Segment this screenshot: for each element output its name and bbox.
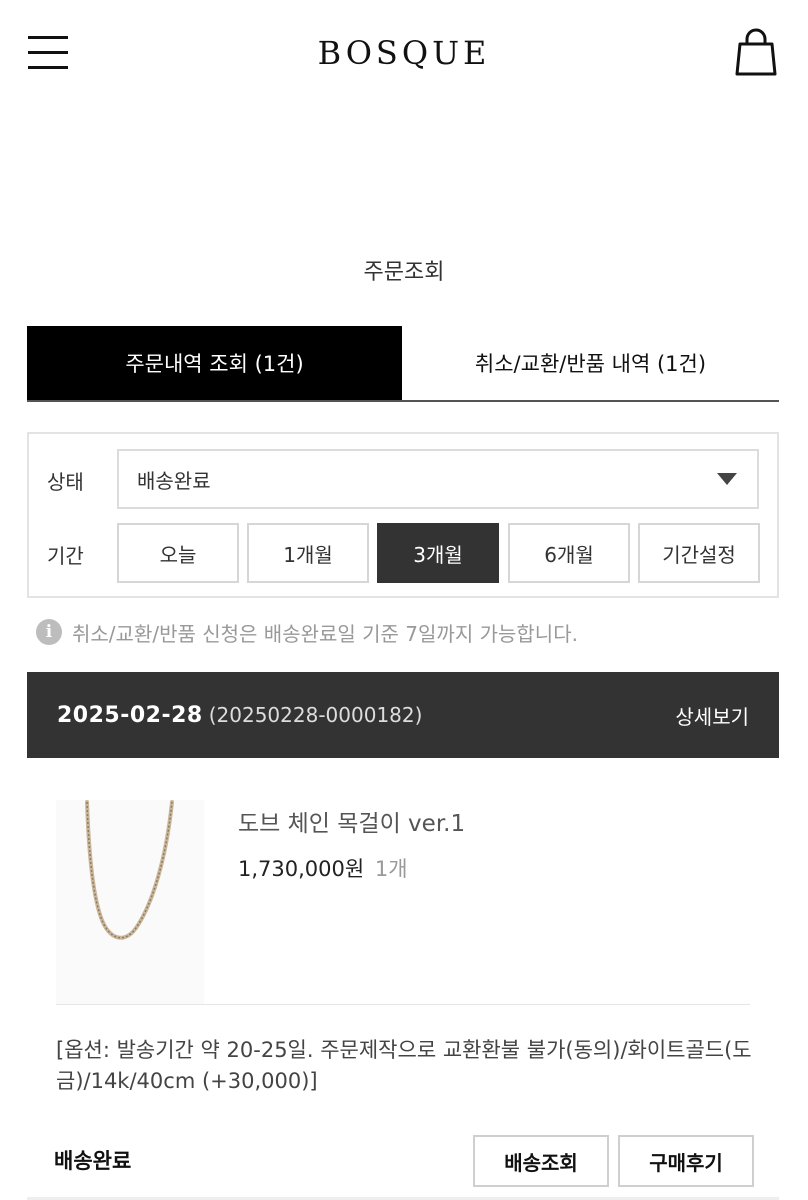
period-filter-label: 기간	[47, 544, 84, 568]
brand-logo[interactable]: BOSQUE	[0, 34, 808, 72]
shopping-bag-icon[interactable]	[734, 28, 778, 76]
order-date: 2025-02-28	[57, 702, 203, 728]
site-header: BOSQUE	[0, 0, 808, 110]
period-button-1-month[interactable]: 1개월	[247, 523, 369, 583]
tab-cancel-exchange-return[interactable]: 취소/교환/반품 내역 (1건)	[402, 326, 779, 400]
cancellation-notice: i 취소/교환/반품 신청은 배송완료일 기준 7일까지 가능합니다.	[36, 617, 578, 647]
status-select[interactable]: 배송완료	[117, 449, 759, 509]
order-detail-link[interactable]: 상세보기	[675, 701, 749, 730]
order-number: (20250228-0000182)	[208, 703, 423, 727]
order-tabs: 주문내역 조회 (1건) 취소/교환/반품 내역 (1건)	[27, 326, 779, 402]
product-quantity: 1개	[374, 857, 408, 881]
status-filter-label: 상태	[47, 470, 84, 494]
period-button-custom[interactable]: 기간설정	[638, 523, 760, 583]
page-title: 주문조회	[363, 260, 445, 285]
notice-text: 취소/교환/반품 신청은 배송완료일 기준 7일까지 가능합니다.	[72, 621, 578, 646]
period-button-3-months[interactable]: 3개월	[377, 523, 499, 583]
order-filter-panel: 상태 배송완료 기간 오늘 1개월 3개월 6개월 기간설정	[27, 432, 779, 598]
product-price-row: 1,730,000원 1개	[238, 853, 408, 883]
product-name[interactable]: 도브 체인 목걸이 ver.1	[238, 804, 465, 838]
item-divider	[56, 1004, 750, 1005]
product-price: 1,730,000원	[238, 857, 365, 881]
order-status: 배송완료	[54, 1149, 132, 1173]
info-icon: i	[36, 619, 62, 645]
product-thumbnail[interactable]	[56, 800, 204, 1004]
order-header: 2025-02-28 (20250228-0000182) 상세보기	[27, 672, 779, 758]
status-select-value: 배송완료	[137, 468, 211, 493]
write-review-button[interactable]: 구매후기	[618, 1135, 754, 1187]
period-button-6-months[interactable]: 6개월	[508, 523, 630, 583]
caret-down-icon	[717, 473, 737, 485]
necklace-image	[85, 800, 174, 940]
period-button-today[interactable]: 오늘	[117, 523, 239, 583]
tab-order-history[interactable]: 주문내역 조회 (1건)	[27, 326, 402, 400]
product-option: [옵션: 발송기간 약 20-25일. 주문제작으로 교환환불 불가(동의)/화…	[56, 1038, 752, 1093]
track-delivery-button[interactable]: 배송조회	[473, 1135, 609, 1187]
